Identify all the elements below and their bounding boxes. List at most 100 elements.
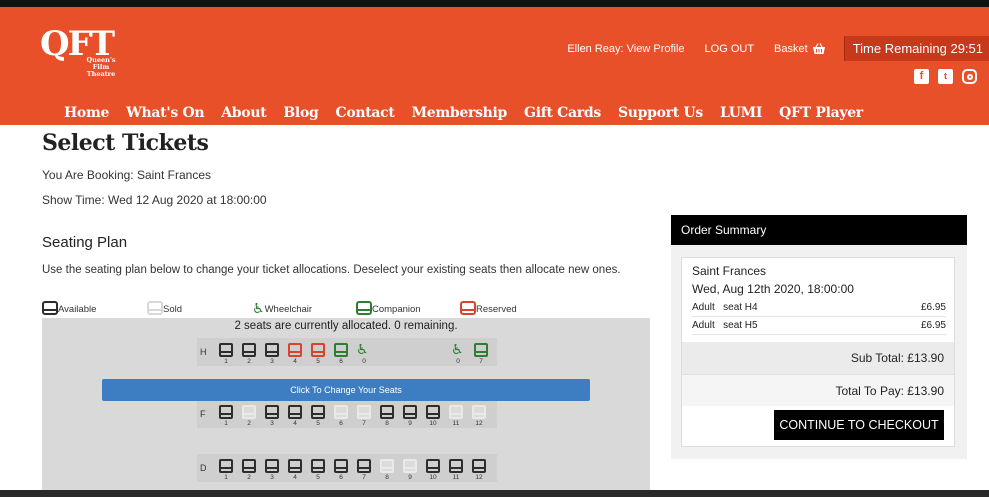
seat-f9[interactable] xyxy=(403,405,417,419)
logout-link[interactable]: LOG OUT xyxy=(705,43,755,55)
seat-d2[interactable] xyxy=(242,459,256,473)
nav-blog[interactable]: Blog xyxy=(283,105,318,121)
seat-h1[interactable] xyxy=(219,343,233,357)
continue-to-checkout-button[interactable]: CONTINUE TO CHECKOUT xyxy=(774,410,944,440)
order-summary-heading: Order Summary xyxy=(671,215,967,245)
nav-contact[interactable]: Contact xyxy=(335,105,394,121)
seat-d10[interactable] xyxy=(426,459,440,473)
ticket-line: Adult seat H4 £6.95 xyxy=(692,302,946,317)
page-title: Select Tickets xyxy=(42,130,209,156)
seat-d4[interactable] xyxy=(288,459,302,473)
seat-number: 1 xyxy=(224,358,228,365)
seating-plan: 2 seats are currently allocated. 0 remai… xyxy=(42,318,650,493)
seat-f1[interactable] xyxy=(219,405,233,419)
view-profile-link[interactable]: Ellen Reay: View Profile xyxy=(567,43,684,55)
seat-number: 5 xyxy=(316,474,320,481)
companion-seat-icon xyxy=(356,301,372,315)
ticket-price: £6.95 xyxy=(920,320,946,331)
seat-number: 10 xyxy=(429,474,437,481)
seat-d8 xyxy=(380,459,394,473)
basket-link[interactable]: Basket xyxy=(774,43,826,55)
seat-h7[interactable] xyxy=(474,343,488,357)
seat-number: 1 xyxy=(224,420,228,427)
seat-f3[interactable] xyxy=(265,405,279,419)
legend-sold-label: Sold xyxy=(163,304,183,315)
qft-logo[interactable]: QFT Queen's Film Theatre xyxy=(40,27,120,87)
seat-row-h: H ♿ ♿ 1 2 3 4 5 6 0 0 7 xyxy=(197,338,497,366)
seat-number: 8 xyxy=(385,420,389,427)
sub-total: Sub Total: £13.90 xyxy=(682,342,954,374)
seat-f2 xyxy=(242,405,256,419)
seat-h6[interactable] xyxy=(334,343,348,357)
seat-f12 xyxy=(472,405,486,419)
sold-seat-icon xyxy=(147,301,163,315)
seat-number: 7 xyxy=(362,420,366,427)
seat-f8[interactable] xyxy=(380,405,394,419)
nav-lumi[interactable]: LUMI xyxy=(720,105,762,121)
time-remaining: Time Remaining 29:51 xyxy=(843,36,989,61)
seat-d11[interactable] xyxy=(449,459,463,473)
seat-number: 11 xyxy=(452,474,460,481)
seat-f4[interactable] xyxy=(288,405,302,419)
row-label: H xyxy=(200,347,207,357)
top-links: Ellen Reay: View Profile LOG OUT Basket … xyxy=(567,36,989,61)
seat-f6 xyxy=(334,405,348,419)
available-seat-icon xyxy=(42,301,58,315)
facebook-icon[interactable]: f xyxy=(914,69,929,84)
legend-sold: Sold xyxy=(147,301,182,315)
wheelchair-space-icon[interactable]: ♿ xyxy=(356,341,369,358)
logo-subtitle: Queen's Film Theatre xyxy=(86,56,116,78)
seat-number: 6 xyxy=(339,420,343,427)
order-summary-card: Saint Frances Wed, Aug 12th 2020, 18:00:… xyxy=(681,257,955,447)
nav-membership[interactable]: Membership xyxy=(412,105,508,121)
nav-support-us[interactable]: Support Us xyxy=(618,105,703,121)
seat-f5[interactable] xyxy=(311,405,325,419)
seat-number: 11 xyxy=(452,420,460,427)
legend-available-label: Available xyxy=(58,304,97,315)
ticket-desc: Adult seat H4 xyxy=(692,302,758,313)
nav-about[interactable]: About xyxy=(221,105,266,121)
seat-number: 12 xyxy=(475,474,483,481)
reserved-seat-icon xyxy=(460,301,476,315)
seat-number: 2 xyxy=(247,420,251,427)
summary-datetime: Wed, Aug 12th 2020, 18:00:00 xyxy=(692,282,854,296)
legend-companion-label: Companion xyxy=(372,304,421,315)
seat-h2[interactable] xyxy=(242,343,256,357)
seat-h3[interactable] xyxy=(265,343,279,357)
seat-d1[interactable] xyxy=(219,459,233,473)
wheelchair-space-icon[interactable]: ♿ xyxy=(451,341,464,358)
seat-d5[interactable] xyxy=(311,459,325,473)
seat-d6[interactable] xyxy=(334,459,348,473)
seat-f7 xyxy=(357,405,371,419)
nav-gift-cards[interactable]: Gift Cards xyxy=(524,105,601,121)
twitter-icon[interactable]: t xyxy=(938,69,953,84)
ticket-line: Adult seat H5 £6.95 xyxy=(692,320,946,335)
seat-f10[interactable] xyxy=(426,405,440,419)
seat-f11 xyxy=(449,405,463,419)
seat-number: 5 xyxy=(316,358,320,365)
row-label: F xyxy=(200,409,206,419)
seat-number: 10 xyxy=(429,420,437,427)
ticket-price: £6.95 xyxy=(920,302,946,313)
seat-number: 4 xyxy=(293,358,297,365)
basket-icon xyxy=(812,42,825,54)
seat-row-f: F 1 2 3 4 5 6 7 8 9 10 11 12 xyxy=(197,400,497,428)
seat-d9 xyxy=(403,459,417,473)
social-links: f t xyxy=(914,69,977,84)
legend-reserved: Reserved xyxy=(460,301,517,315)
nav-home[interactable]: Home xyxy=(64,105,109,121)
seat-d3[interactable] xyxy=(265,459,279,473)
change-seats-button[interactable]: Click To Change Your Seats xyxy=(102,379,590,401)
seat-number: 3 xyxy=(270,420,274,427)
allocation-message: 2 seats are currently allocated. 0 remai… xyxy=(234,320,458,332)
seat-d12[interactable] xyxy=(472,459,486,473)
seat-h4[interactable] xyxy=(288,343,302,357)
nav-whats-on[interactable]: What's On xyxy=(126,105,204,121)
seat-number: 2 xyxy=(247,358,251,365)
seat-number: 3 xyxy=(270,474,274,481)
seat-d7[interactable] xyxy=(357,459,371,473)
seat-h5[interactable] xyxy=(311,343,325,357)
nav-qft-player[interactable]: QFT Player xyxy=(779,105,863,121)
seat-number: 8 xyxy=(385,474,389,481)
instagram-icon[interactable] xyxy=(962,69,977,84)
